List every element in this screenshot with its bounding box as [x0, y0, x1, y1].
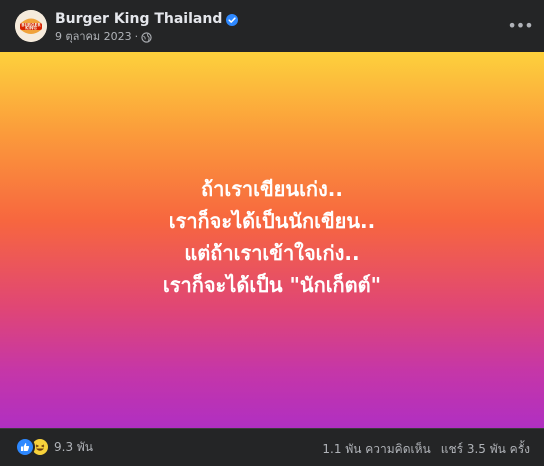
facebook-post: BURGER KING Burger King Thailand 9 ตุลาค… [0, 0, 544, 466]
post-text-line: เราก็จะได้เป็น "นักเก็ตต์" [162, 273, 382, 297]
post-text-background[interactable]: ถ้าเราเขียนเก่ง.. เราก็จะได้เป็นนักเขียน… [0, 52, 544, 428]
page-avatar[interactable]: BURGER KING [15, 10, 47, 42]
post-header: BURGER KING Burger King Thailand 9 ตุลาค… [0, 0, 544, 52]
meta-separator: · [134, 30, 139, 43]
like-reaction-icon [15, 437, 35, 457]
post-text-line: แต่ถ้าเราเข้าใจเก่ง.. [184, 241, 360, 265]
post-meta: 9 ตุลาคม 2023 · [55, 30, 152, 44]
post-stats: 1.1 พัน ความคิดเห็น แชร์ 3.5 พัน ครั้ง [322, 440, 530, 459]
reaction-count: 9.3 พัน [54, 439, 94, 454]
more-options-icon: ••• [507, 16, 533, 35]
page-name: Burger King Thailand [55, 11, 223, 27]
reactions-summary[interactable]: 9.3 พัน [15, 437, 93, 457]
post-date-link[interactable]: 9 ตุลาคม 2023 [55, 30, 132, 44]
shares-count-link[interactable]: แชร์ 3.5 พัน ครั้ง [441, 440, 530, 459]
post-text-line: ถ้าเราเขียนเก่ง.. [201, 177, 343, 201]
post-text: ถ้าเราเขียนเก่ง.. เราก็จะได้เป็นนักเขียน… [163, 173, 381, 301]
post-text-line: เราก็จะได้เป็นนักเขียน.. [168, 209, 376, 233]
more-options-button[interactable]: ••• [507, 16, 533, 36]
avatar-logo-text-bottom: KING [25, 26, 37, 31]
globe-icon [141, 31, 152, 43]
comments-count-link[interactable]: 1.1 พัน ความคิดเห็น [322, 440, 430, 459]
burger-king-logo-icon: BURGER KING [15, 10, 47, 42]
page-name-link[interactable]: Burger King Thailand [55, 11, 239, 28]
verified-badge-icon [226, 13, 239, 26]
post-footer: 9.3 พัน 1.1 พัน ความคิดเห็น แชร์ 3.5 พัน… [0, 428, 544, 466]
